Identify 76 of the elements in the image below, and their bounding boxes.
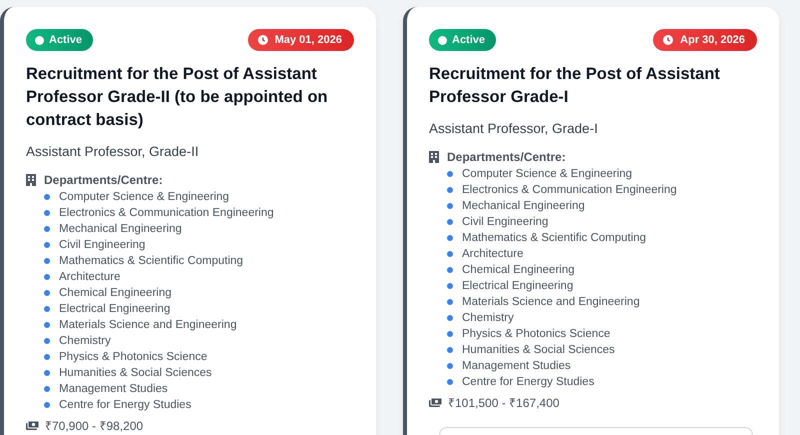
- department-item: Management Studies: [462, 360, 571, 372]
- building-icon: [26, 174, 36, 186]
- department-item: Mathematics & Scientific Computing: [59, 255, 244, 267]
- bullet-icon: [447, 363, 453, 369]
- deadline-badge: May 01, 2026: [248, 29, 354, 51]
- job-title: Recruitment for the Post of Assistant Professor Grade-II (to be appointed on contract basis): [26, 64, 329, 131]
- department-item: Materials Science and Engineering: [462, 296, 640, 308]
- bullet-icon: [447, 251, 453, 257]
- deadline-badge: Apr 30, 2026: [653, 29, 757, 51]
- bullet-icon: [447, 267, 453, 273]
- department-item: Electrical Engineering: [59, 303, 170, 315]
- status-badge: Active: [429, 29, 496, 51]
- bullet-icon: [44, 386, 50, 392]
- bullet-icon: [44, 354, 50, 360]
- department-item: Centre for Energy Studies: [59, 399, 192, 411]
- department-item: Electronics & Communication Engineering: [462, 184, 677, 196]
- bullet-icon: [44, 370, 50, 376]
- position-text: Assistant Professor, Grade-II: [26, 144, 200, 159]
- dot-icon: [35, 36, 44, 44]
- department-item: Computer Science & Engineering: [59, 191, 230, 203]
- departments-label: Departments/Centre:: [44, 173, 163, 187]
- department-item: Humanities & Social Sciences: [59, 367, 212, 379]
- bullet-icon: [447, 315, 453, 321]
- clock-icon: [663, 35, 674, 45]
- money-icon: [429, 398, 442, 408]
- departments-label: Departments/Centre:: [447, 150, 566, 164]
- clock-icon: [258, 35, 268, 45]
- money-icon: [26, 420, 39, 430]
- department-item: Architecture: [59, 271, 120, 283]
- bullet-icon: [447, 203, 453, 209]
- department-item: Management Studies: [59, 383, 168, 395]
- department-item: Mathematics & Scientific Computing: [462, 232, 646, 244]
- bullet-icon: [44, 242, 50, 248]
- position-text: Assistant Professor, Grade-I: [429, 121, 599, 136]
- bullet-icon: [447, 299, 453, 305]
- bullet-icon: [447, 187, 453, 193]
- bullet-icon: [447, 331, 453, 337]
- department-item: Electronics & Communication Engineering: [59, 207, 274, 219]
- bullet-icon: [44, 306, 50, 312]
- department-item: Civil Engineering: [462, 216, 548, 228]
- department-item: Civil Engineering: [59, 239, 146, 251]
- department-item: Chemistry: [59, 335, 111, 347]
- department-item: Materials Science and Engineering: [59, 319, 237, 331]
- bullet-icon: [44, 322, 50, 328]
- bullet-icon: [44, 274, 50, 280]
- dot-icon: [438, 36, 447, 44]
- department-item: Electrical Engineering: [462, 280, 574, 292]
- department-item: Centre for Energy Studies: [462, 376, 594, 388]
- bullet-icon: [447, 283, 453, 289]
- bullet-icon: [44, 226, 50, 232]
- bullet-icon: [44, 194, 50, 200]
- department-item: Chemistry: [462, 312, 514, 324]
- department-item: Physics & Photonics Science: [462, 328, 610, 340]
- salary-range: ₹101,500 - ₹167,400: [448, 395, 560, 411]
- department-item: Mechanical Engineering: [462, 200, 585, 212]
- department-item: Computer Science & Engineering: [462, 168, 632, 180]
- department-item: Chemical Engineering: [59, 287, 172, 299]
- bullet-icon: [44, 290, 50, 296]
- bullet-icon: [447, 379, 453, 385]
- department-item: Humanities & Social Sciences: [462, 344, 615, 356]
- job-title: Recruitment for the Post of Assistant Professor Grade-I: [429, 64, 721, 108]
- bullet-icon: [447, 347, 453, 353]
- department-item: Chemical Engineering: [462, 264, 575, 276]
- bullet-icon: [44, 402, 50, 408]
- bullet-icon: [44, 338, 50, 344]
- building-icon: [429, 151, 439, 163]
- bullet-icon: [44, 258, 50, 264]
- status-badge: Active: [26, 29, 94, 51]
- salary-range: ₹70,900 - ₹98,200: [45, 418, 144, 434]
- bullet-icon: [447, 219, 453, 225]
- bullet-icon: [447, 171, 453, 177]
- bullet-icon: [447, 235, 453, 241]
- department-item: Physics & Photonics Science: [59, 351, 208, 363]
- bullet-icon: [44, 210, 50, 216]
- department-item: Architecture: [462, 248, 524, 260]
- department-item: Mechanical Engineering: [59, 223, 182, 235]
